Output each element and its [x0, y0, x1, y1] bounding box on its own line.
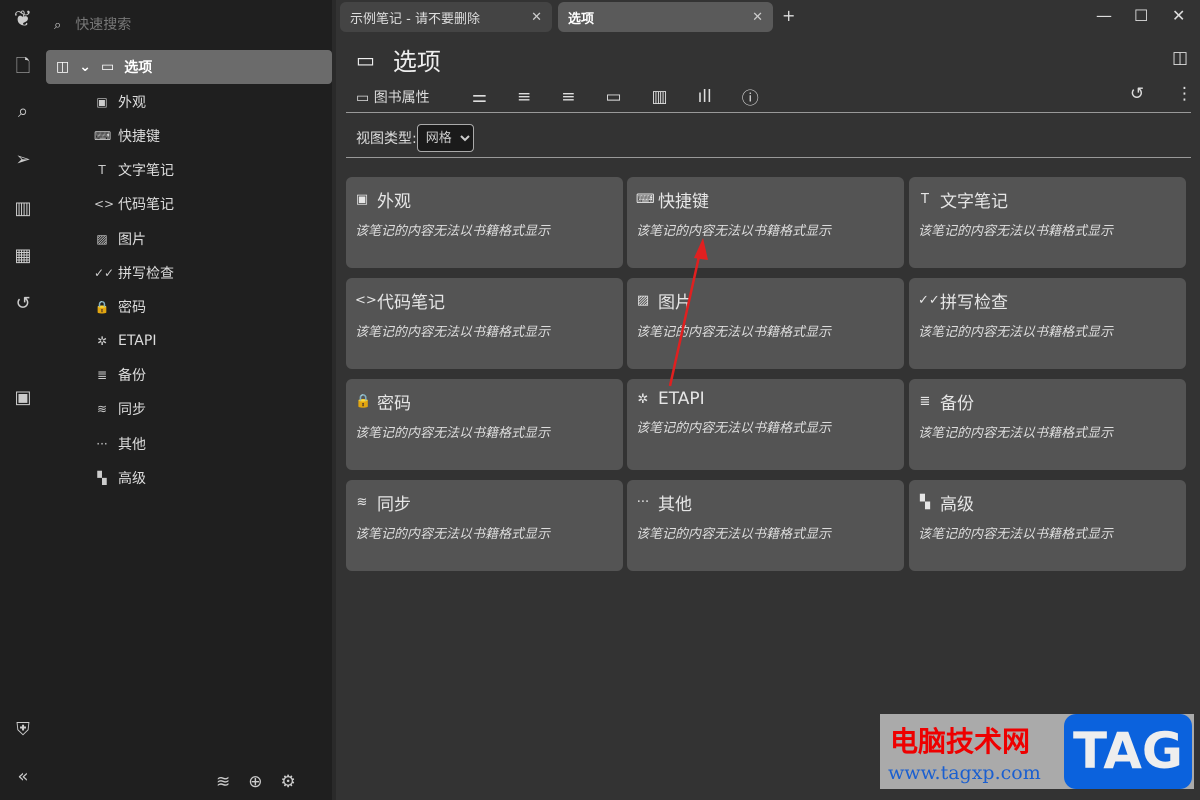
annotation-arrow: [668, 238, 708, 387]
watermark-text: 电脑技术网: [890, 725, 1031, 758]
watermark: 电脑技术网 www.tagxp.com TAG: [880, 714, 1194, 789]
watermark-logo: TAG: [1064, 714, 1192, 789]
watermark-url: www.tagxp.com: [888, 762, 1041, 784]
